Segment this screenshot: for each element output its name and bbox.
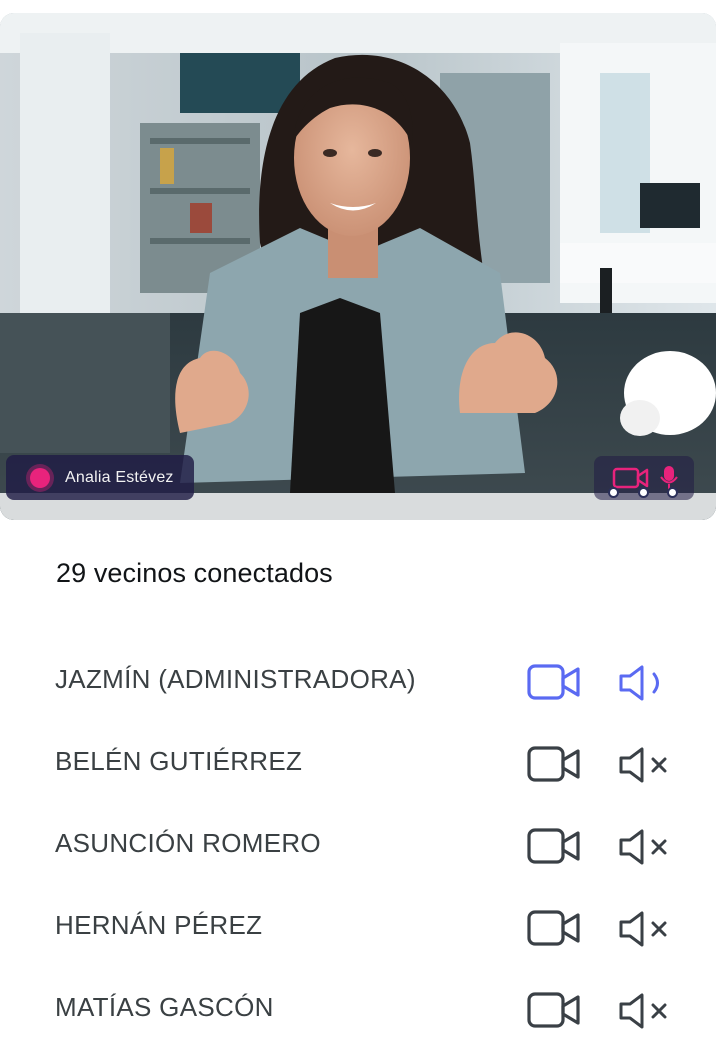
participant-name: JAZMÍN (ADMINISTRADORA) (55, 664, 416, 694)
speaker-muted-icon[interactable] (618, 910, 674, 948)
speaker-video-image (0, 13, 716, 520)
video-camera-icon[interactable] (526, 908, 582, 948)
list-item: JAZMÍN (ADMINISTRADORA) (0, 640, 718, 722)
list-item: HERNÁN PÉREZ (0, 886, 718, 968)
list-item: MATÍAS GASCÓN (0, 968, 718, 1050)
more-options-icon[interactable] (608, 483, 678, 501)
video-camera-icon[interactable] (526, 744, 582, 784)
speaker-on-icon[interactable] (618, 664, 670, 702)
speaker-muted-icon[interactable] (618, 746, 674, 784)
participant-name: HERNÁN PÉREZ (55, 910, 263, 940)
video-camera-icon[interactable] (526, 990, 582, 1030)
speaker-muted-icon[interactable] (618, 992, 674, 1030)
video-feed[interactable]: Analia Estévez (0, 13, 716, 520)
speaker-muted-icon[interactable] (618, 828, 674, 866)
video-camera-icon[interactable] (526, 662, 582, 702)
list-item: ASUNCIÓN ROMERO (0, 804, 718, 886)
participant-name: MATÍAS GASCÓN (55, 992, 274, 1022)
connected-count: 29 vecinos conectados (56, 558, 333, 588)
video-camera-icon[interactable] (526, 826, 582, 866)
list-item: BELÉN GUTIÉRREZ (0, 722, 718, 804)
participant-name: BELÉN GUTIÉRREZ (55, 746, 303, 776)
recording-indicator-icon (30, 467, 50, 488)
participant-name: ASUNCIÓN ROMERO (55, 828, 321, 858)
speaker-name-tag: Analia Estévez (6, 455, 194, 500)
speaker-name: Analia Estévez (65, 468, 174, 486)
